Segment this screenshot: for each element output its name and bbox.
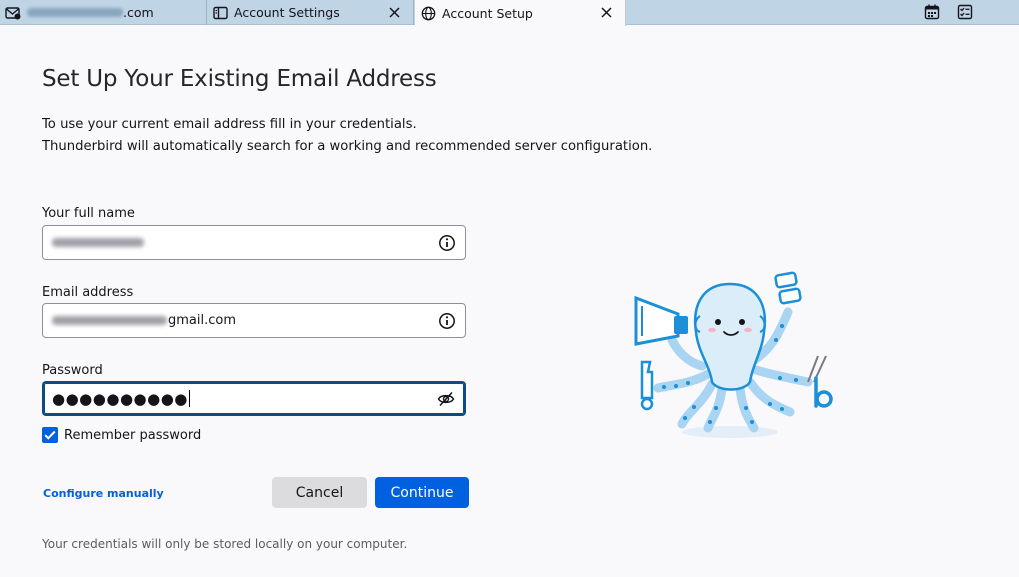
blurred-email-user bbox=[52, 316, 167, 325]
close-icon[interactable] bbox=[387, 5, 401, 19]
page-title: Set Up Your Existing Email Address bbox=[42, 66, 437, 92]
octopus-mascot-illustration bbox=[630, 266, 840, 446]
email-field[interactable]: gmail.com bbox=[42, 303, 466, 338]
full-name-value bbox=[52, 238, 144, 247]
blurred-account-name bbox=[27, 8, 123, 17]
tab-bar: .com Account Settings Account Setup bbox=[0, 0, 1019, 26]
intro-line-1: To use your current email address fill i… bbox=[42, 117, 417, 132]
password-mask: ●●●●●●●●●● bbox=[52, 389, 188, 408]
close-icon[interactable] bbox=[599, 5, 613, 19]
eye-slash-icon[interactable] bbox=[437, 390, 455, 408]
calendar-icon[interactable] bbox=[924, 4, 940, 20]
password-label: Password bbox=[42, 363, 103, 378]
configure-manually-link[interactable]: Configure manually bbox=[43, 487, 164, 500]
text-caret bbox=[188, 390, 190, 407]
email-value: gmail.com bbox=[52, 313, 236, 328]
continue-button[interactable]: Continue bbox=[375, 477, 469, 508]
remember-password-label: Remember password bbox=[64, 427, 202, 443]
tab-mail-label: .com bbox=[123, 5, 154, 20]
tasks-icon[interactable] bbox=[957, 4, 973, 20]
mail-icon bbox=[5, 5, 21, 21]
intro-line-2: Thunderbird will automatically search fo… bbox=[42, 138, 653, 154]
tab-account-setup-label: Account Setup bbox=[442, 5, 533, 21]
password-field[interactable]: ●●●●●●●●●● bbox=[42, 381, 466, 416]
blurred-name bbox=[52, 238, 144, 247]
tab-account-settings[interactable]: Account Settings bbox=[207, 0, 414, 25]
email-label: Email address bbox=[42, 285, 134, 300]
email-domain: gmail.com bbox=[168, 313, 237, 328]
info-icon[interactable] bbox=[438, 312, 456, 330]
full-name-label: Your full name bbox=[42, 206, 135, 221]
remember-password-checkbox[interactable] bbox=[42, 427, 58, 443]
intro-text: To use your current email address fill i… bbox=[42, 114, 652, 157]
tab-account-setup[interactable]: Account Setup bbox=[415, 0, 626, 26]
password-value: ●●●●●●●●●● bbox=[52, 390, 190, 408]
globe-icon bbox=[420, 5, 436, 21]
tab-account-settings-label: Account Settings bbox=[234, 5, 340, 20]
full-name-field[interactable] bbox=[42, 225, 466, 260]
cancel-button[interactable]: Cancel bbox=[272, 477, 367, 508]
checkmark-icon bbox=[44, 430, 56, 440]
account-settings-icon bbox=[212, 5, 228, 21]
tab-mail[interactable]: .com bbox=[0, 0, 207, 25]
credentials-note: Your credentials will only be stored loc… bbox=[42, 537, 408, 551]
info-icon[interactable] bbox=[438, 234, 456, 252]
remember-password-option[interactable]: Remember password bbox=[42, 427, 201, 443]
